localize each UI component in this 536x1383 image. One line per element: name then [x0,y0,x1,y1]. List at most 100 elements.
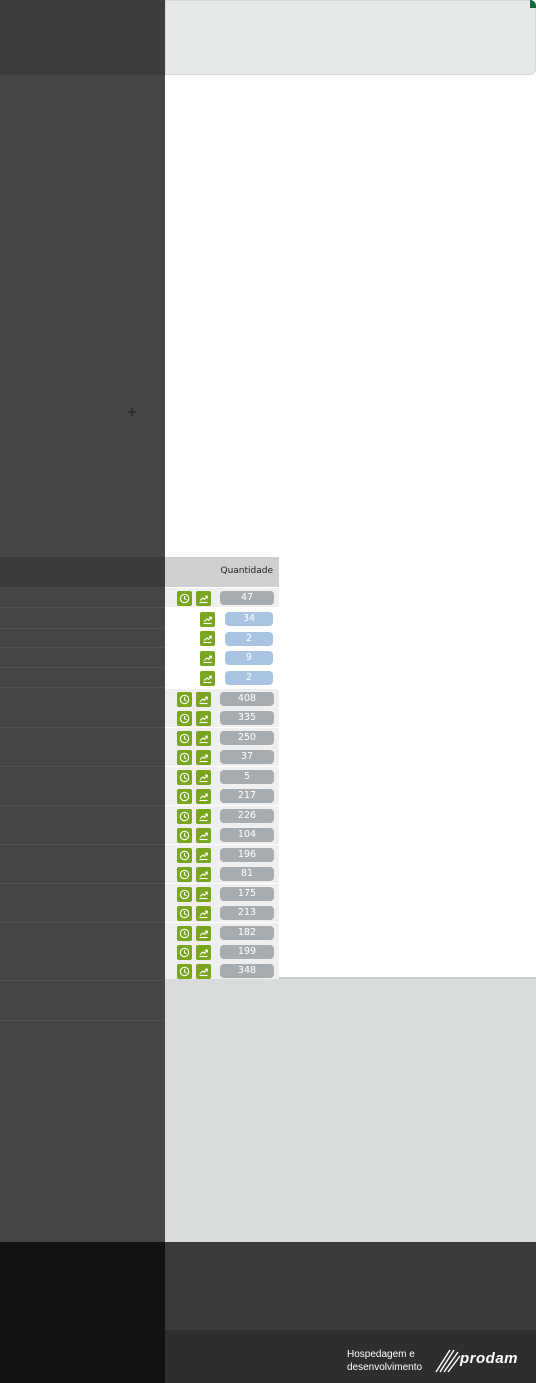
row-label-cell [0,806,165,826]
footer-left [0,1242,165,1383]
plus-icon[interactable]: + [126,405,138,421]
row-label-cell [0,588,165,608]
row-quantity-cell: 335 [165,708,279,728]
clock-icon[interactable] [177,848,192,863]
chart-trend-icon[interactable] [196,867,211,882]
row-quantity-cell: 196 [165,845,279,865]
quantity-badge[interactable]: 335 [220,711,274,725]
chart-trend-icon[interactable] [196,926,211,941]
quantity-badge[interactable]: 37 [220,750,274,764]
clock-icon[interactable] [177,789,192,804]
quantity-badge[interactable]: 196 [220,848,274,862]
table-subrow: 34 [0,609,279,629]
clock-icon[interactable] [177,731,192,746]
clock-icon[interactable] [177,906,192,921]
clock-icon[interactable] [177,926,192,941]
clock-icon[interactable] [177,945,192,960]
row-label-cell [0,648,165,668]
row-quantity-cell: 47 [165,588,279,608]
table-header: Quantidade [0,557,279,587]
chart-trend-icon[interactable] [196,906,211,921]
quantity-badge[interactable]: 217 [220,789,274,803]
clock-icon[interactable] [177,964,192,979]
chart-trend-icon[interactable] [200,671,215,686]
chart-trend-icon[interactable] [196,770,211,785]
row-quantity-cell: 408 [165,689,279,709]
chart-trend-icon[interactable] [196,711,211,726]
chart-trend-icon[interactable] [196,692,211,707]
table-row: 250 [0,728,279,748]
prodam-logo[interactable]: prodam [434,1346,524,1374]
chart-trend-icon[interactable] [200,631,215,646]
clock-icon[interactable] [177,828,192,843]
clock-icon[interactable] [177,770,192,785]
table-row: 5 [0,767,279,787]
chart-trend-icon[interactable] [196,848,211,863]
clock-icon[interactable] [177,591,192,606]
quantity-badge[interactable]: 213 [220,906,274,920]
row-label-cell [0,728,165,748]
quantity-badge-sub[interactable]: 2 [225,671,273,685]
row-label-cell [0,961,165,981]
row-label-cell [0,825,165,845]
top-header-bar [165,0,536,75]
row-label-cell [0,708,165,728]
chart-trend-icon[interactable] [200,612,215,627]
table-subrow: 2 [0,629,279,648]
quantity-badge-sub[interactable]: 9 [225,651,273,665]
row-quantity-cell: 104 [165,825,279,845]
chart-trend-icon[interactable] [196,828,211,843]
clock-icon[interactable] [177,750,192,765]
clock-icon[interactable] [177,692,192,707]
quantity-badge[interactable]: 199 [220,945,274,959]
chart-trend-icon[interactable] [196,809,211,824]
table-row: 81 [0,864,279,884]
quantity-badge[interactable]: 408 [220,692,274,706]
row-label-cell [0,609,165,629]
table-row: 104 [0,825,279,845]
chart-trend-icon[interactable] [196,789,211,804]
row-quantity-cell: 37 [165,747,279,767]
row-label-cell [0,1000,165,1021]
clock-icon[interactable] [177,887,192,902]
row-quantity-cell: 175 [165,884,279,904]
quantity-badge[interactable]: 5 [220,770,274,784]
chart-trend-icon[interactable] [196,964,211,979]
row-quantity-cell: 2 [165,629,279,648]
chart-trend-icon[interactable] [196,945,211,960]
row-quantity-cell: 348 [165,961,279,981]
table-row: 199 [0,942,279,962]
quantity-badge[interactable]: 182 [220,926,274,940]
quantity-badge[interactable]: 226 [220,809,274,823]
quantity-badge[interactable]: 81 [220,867,274,881]
clock-icon[interactable] [177,867,192,882]
chart-trend-icon[interactable] [196,731,211,746]
footer-bar [165,1242,536,1330]
quantity-badge[interactable]: 47 [220,591,274,605]
quantity-badge-sub[interactable]: 2 [225,632,273,646]
quantity-badge[interactable]: 104 [220,828,274,842]
table-row: 196 [0,845,279,865]
row-quantity-cell: 250 [165,728,279,748]
row-label-cell [0,668,165,688]
quantity-badge[interactable]: 348 [220,964,274,978]
row-quantity-cell: 182 [165,923,279,943]
clock-icon[interactable] [177,711,192,726]
row-label-cell [0,689,165,709]
quantity-badge-sub[interactable]: 34 [225,612,273,626]
row-label-cell [0,903,165,923]
row-quantity-cell: 217 [165,786,279,806]
row-label-cell [0,864,165,884]
chart-trend-icon[interactable] [200,651,215,666]
quantity-badge[interactable]: 250 [220,731,274,745]
row-label-cell [0,981,165,1001]
sidebar-top [0,0,165,75]
clock-icon[interactable] [177,809,192,824]
table-row: 182 [0,923,279,943]
chart-trend-icon[interactable] [196,591,211,606]
chart-trend-icon[interactable] [196,887,211,902]
prodam-logo-text: prodam [460,1350,519,1367]
table-subrow: 9 [0,648,279,668]
quantity-badge[interactable]: 175 [220,887,274,901]
chart-trend-icon[interactable] [196,750,211,765]
